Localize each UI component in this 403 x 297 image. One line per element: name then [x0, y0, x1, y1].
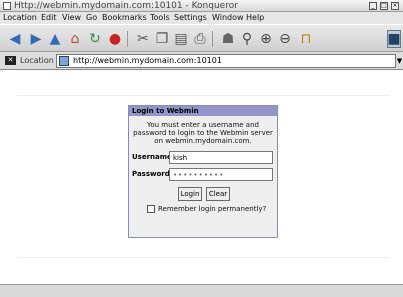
- menu-tools[interactable]: Tools: [150, 12, 170, 24]
- menu-settings[interactable]: Settings: [174, 12, 207, 24]
- divider-top: [17, 95, 390, 96]
- zoom-out-icon[interactable]: ⊖: [276, 30, 294, 48]
- up-icon[interactable]: ▲: [46, 30, 64, 48]
- toolbar: ◀ ▶ ▲ ⌂ ↻ ● ✂ ❐ ▤ ⎙ ☗ ⚲ ⊕ ⊖ ⊓ ■: [0, 24, 403, 52]
- page-content: Login to Webmin You must enter a usernam…: [0, 70, 403, 284]
- login-panel-header: Login to Webmin: [129, 106, 277, 116]
- login-panel-body: You must enter a username and password t…: [129, 116, 277, 237]
- reload-icon[interactable]: ↻: [86, 30, 104, 48]
- clear-button[interactable]: Clear: [206, 187, 230, 201]
- menu-bookmarks[interactable]: Bookmarks: [102, 12, 147, 24]
- activity-icon: ■: [387, 30, 401, 48]
- username-field[interactable]: [169, 151, 273, 164]
- favicon-icon: [59, 56, 69, 66]
- print-icon[interactable]: ⎙: [191, 30, 209, 48]
- login-message: You must enter a username and password t…: [133, 121, 273, 145]
- remember-login-label: Remember login permanently?: [158, 205, 267, 213]
- url-value: http://webmin.mydomain.com:10101: [73, 56, 222, 65]
- cut-icon[interactable]: ✂: [134, 30, 152, 48]
- menu-help[interactable]: Help: [246, 12, 264, 24]
- menu-edit[interactable]: Edit: [41, 12, 57, 24]
- title-bar: Http://webmin.mydomain.com:10101 - Konqu…: [0, 0, 403, 12]
- location-bar: ✕ Location http://webmin.mydomain.com:10…: [0, 52, 403, 70]
- menu-location[interactable]: Location: [3, 12, 37, 24]
- location-label: Location: [20, 56, 54, 65]
- home-icon[interactable]: ⌂: [66, 30, 84, 48]
- login-button[interactable]: Login: [178, 187, 202, 201]
- toolbar-separator: [127, 31, 128, 47]
- url-input[interactable]: http://webmin.mydomain.com:10101: [56, 54, 396, 68]
- remember-login-checkbox[interactable]: [147, 205, 155, 213]
- back-icon[interactable]: ◀: [6, 30, 24, 48]
- login-panel: Login to Webmin You must enter a usernam…: [128, 105, 278, 238]
- security-icon[interactable]: ☗: [219, 30, 237, 48]
- status-bar: [0, 284, 403, 297]
- lock-icon[interactable]: ⊓: [297, 30, 315, 48]
- menu-view[interactable]: View: [62, 12, 81, 24]
- window-menu-icon[interactable]: [3, 2, 11, 10]
- close-icon[interactable]: ×: [391, 2, 399, 10]
- minimize-icon[interactable]: _: [369, 2, 377, 10]
- url-history-chevron-down-icon[interactable]: ▼: [396, 57, 403, 65]
- window-title: Http://webmin.mydomain.com:10101 - Konqu…: [14, 1, 238, 11]
- stop-icon[interactable]: ●: [106, 30, 124, 48]
- password-label: Password: [132, 170, 170, 178]
- paste-icon[interactable]: ▤: [172, 30, 190, 48]
- password-field[interactable]: [169, 168, 273, 181]
- toolbar-separator: [212, 31, 213, 47]
- username-label: Username: [132, 153, 172, 161]
- forward-icon[interactable]: ▶: [27, 30, 45, 48]
- menu-go[interactable]: Go: [86, 12, 97, 24]
- maximize-icon[interactable]: □: [380, 2, 388, 10]
- clear-location-icon[interactable]: ✕: [5, 56, 16, 65]
- copy-icon[interactable]: ❐: [153, 30, 171, 48]
- login-title: Login to Webmin: [132, 107, 199, 115]
- menu-window[interactable]: Window: [212, 12, 244, 24]
- find-icon[interactable]: ⚲: [238, 30, 256, 48]
- divider-bottom: [17, 257, 390, 258]
- menu-bar: Location Edit View Go Bookmarks Tools Se…: [0, 12, 403, 24]
- zoom-in-icon[interactable]: ⊕: [257, 30, 275, 48]
